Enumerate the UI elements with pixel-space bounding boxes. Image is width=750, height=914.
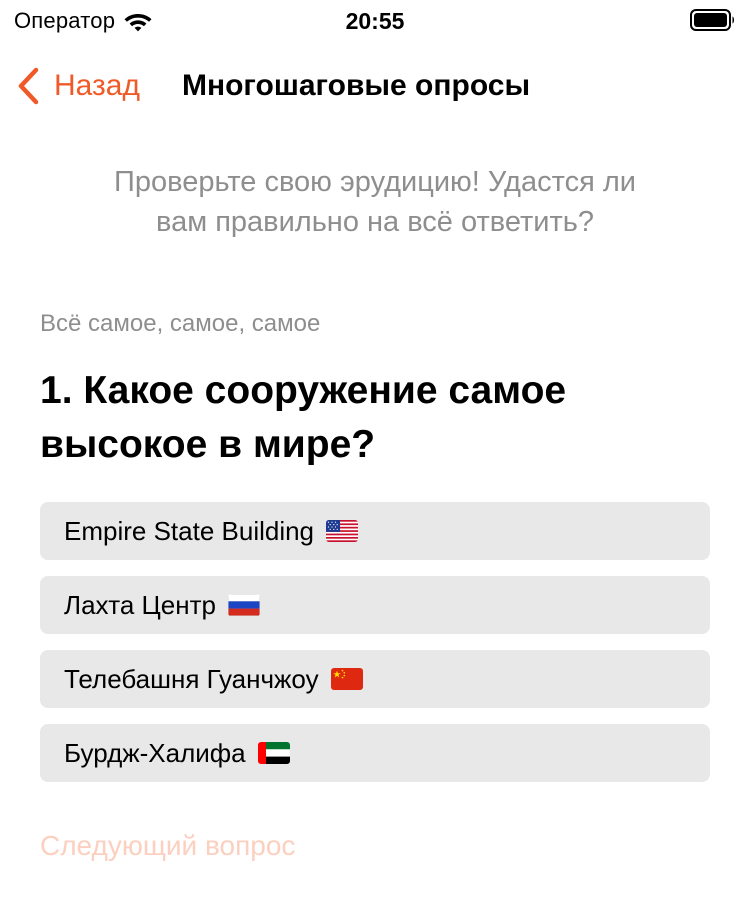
- question-line-1: 1. Какое сооружение самое: [40, 369, 567, 412]
- us-flag-icon: [326, 520, 359, 542]
- intro-text: Проверьте свою эрудицию! Удастся ли вам …: [0, 162, 750, 242]
- status-time: 20:55: [345, 8, 405, 34]
- status-bar: Оператор 20:55: [0, 0, 750, 44]
- answer-option-3[interactable]: Телебашня Гуанчжоу: [40, 650, 710, 708]
- battery-full-icon: [690, 9, 734, 31]
- back-button[interactable]: Назад: [16, 62, 140, 110]
- chevron-left-icon: [18, 67, 39, 105]
- answer-label: Бурдж-Халифа: [64, 737, 246, 768]
- navigation-bar: Назад Многошаговые опросы: [0, 44, 750, 132]
- answer-label: Empire State Building: [64, 515, 315, 546]
- ae-flag-icon: [257, 742, 290, 764]
- intro-line-2: вам правильно на всё ответить?: [156, 206, 594, 238]
- question-title: 1. Какое сооружение самое высокое в мире…: [40, 364, 690, 472]
- next-question-button[interactable]: Следующий вопрос: [40, 826, 295, 866]
- ru-flag-icon: [227, 594, 260, 616]
- back-button-label: Назад: [54, 69, 140, 102]
- answer-option-1[interactable]: Empire State Building: [40, 502, 710, 560]
- intro-line-1: Проверьте свою эрудицию! Удастся ли: [114, 166, 636, 198]
- answer-list: Empire State Building Лахта Центр Телеба…: [40, 502, 710, 798]
- answer-option-2[interactable]: Лахта Центр: [40, 576, 710, 634]
- answer-label: Телебашня Гуанчжоу: [64, 663, 319, 694]
- answer-label: Лахта Центр: [64, 589, 216, 620]
- question-line-2: высокое в мире?: [40, 423, 376, 466]
- page-title: Многошаговые опросы: [182, 69, 531, 102]
- cn-flag-icon: [330, 668, 363, 690]
- quiz-section-title: Всё самое, самое, самое: [40, 310, 321, 337]
- answer-option-4[interactable]: Бурдж-Халифа: [40, 724, 710, 782]
